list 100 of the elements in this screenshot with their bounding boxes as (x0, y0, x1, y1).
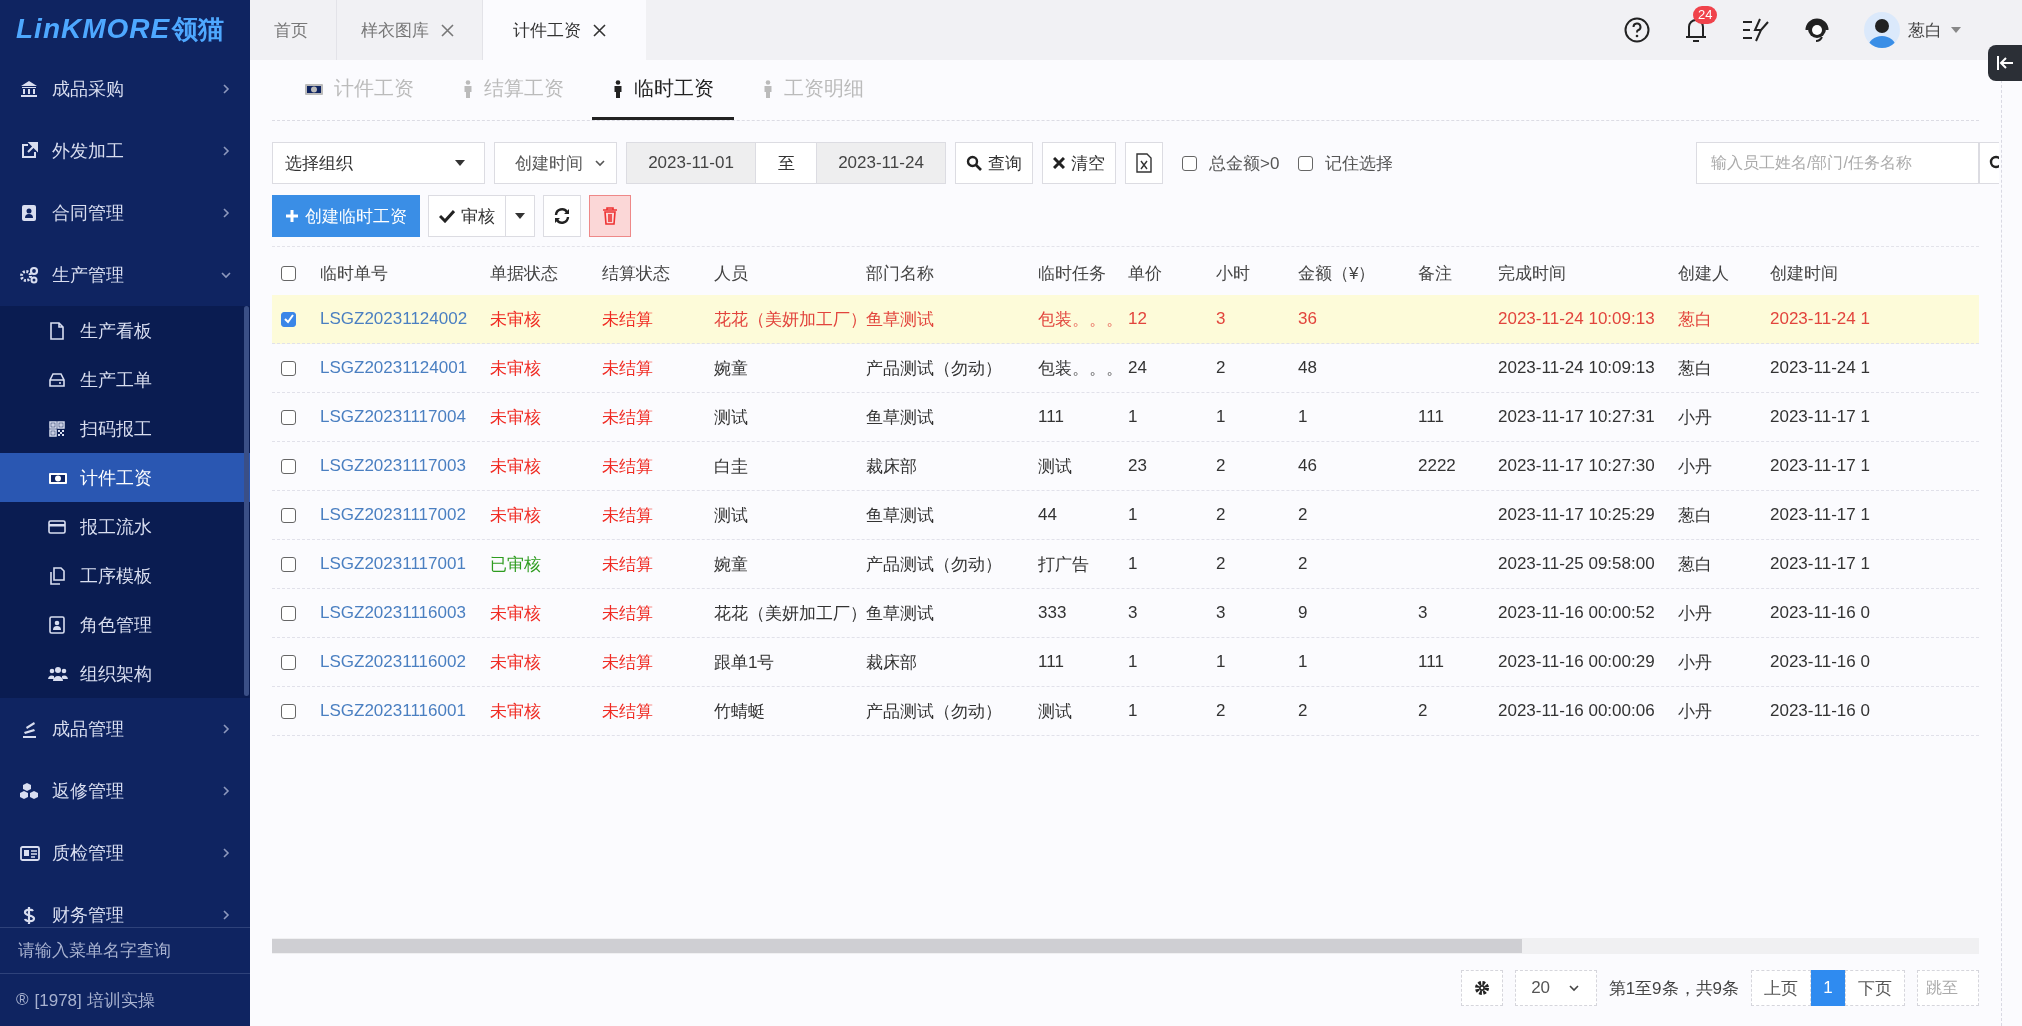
chevron-right-icon (220, 145, 232, 157)
search-button[interactable] (1979, 142, 1999, 184)
checkbox[interactable] (281, 654, 296, 670)
checkbox[interactable] (1298, 155, 1314, 171)
help-button[interactable] (1624, 17, 1650, 43)
approval-status: 未审核 (490, 700, 542, 723)
person-icon (612, 79, 624, 98)
settings-button[interactable] (1460, 970, 1503, 1006)
search-field[interactable]: 输入员工姓名/部门/任务名称 (1696, 142, 1979, 184)
menu-item[interactable]: 成品采购 (0, 58, 250, 120)
user-menu[interactable]: 葱白 (1864, 12, 1962, 48)
page-size-select[interactable]: 20 (1514, 970, 1597, 1006)
column-header: 完成时间 (1498, 262, 1567, 285)
table-cell-text: 2 (1216, 456, 1227, 476)
chevron-down-icon (1568, 982, 1581, 994)
horizontal-scrollbar[interactable] (272, 938, 1979, 954)
query-button[interactable]: 查询 (955, 142, 1033, 184)
page-tab[interactable]: 首页 (250, 0, 337, 60)
table-row[interactable]: LSGZ20231117003 未审核 未结算 白圭 裁床部 测试 23 2 46 2222 2023-11-17 10:27:30 小丹 2023-11-17 1 (272, 442, 1979, 491)
submenu-item[interactable]: 工序模板 (0, 551, 250, 600)
checkbox[interactable] (281, 360, 296, 376)
submenu-item[interactable]: 角色管理 (0, 600, 250, 649)
order-number-link[interactable]: LSGZ20231117001 (320, 554, 490, 574)
approve-button[interactable]: 审核 (428, 195, 506, 237)
submenu-item[interactable]: 生产工单 (0, 355, 250, 404)
settlement-status: 未结算 (602, 406, 654, 429)
submenu-item[interactable]: 扫码报工 (0, 404, 250, 453)
menu-item[interactable]: 成品管理 (0, 698, 250, 760)
table-row[interactable]: LSGZ20231116003 未审核 未结算 花花（美妍加工厂）鱼草测试 333 3 3 9 3 2023-11-16 00:00:52 小丹 2023-11-16 0 (272, 589, 1979, 638)
close-icon[interactable] (593, 23, 606, 37)
checkbox[interactable] (281, 265, 296, 281)
hard-drive-icon (48, 370, 68, 389)
clear-button[interactable]: 清空 (1042, 142, 1116, 184)
copy-icon (48, 566, 68, 585)
time-field-select[interactable]: 创建时间 (494, 142, 617, 184)
order-number-link[interactable]: LSGZ20231124001 (320, 358, 490, 378)
table-cell-text: 测试 (1038, 700, 1073, 723)
checkbox-label: 总金额>0 (1209, 152, 1280, 175)
checkbox[interactable] (281, 409, 296, 425)
table-row[interactable]: LSGZ20231124001 未审核 未结算 婉童 产品测试（勿动） 包装。。。 24 2 48 2023-11-24 10:09:13 葱白 2023-11-24 1 (272, 344, 1979, 393)
order-number-link[interactable]: LSGZ20231117003 (320, 456, 490, 476)
menu-item[interactable]: 合同管理 (0, 182, 250, 244)
trash-icon (602, 207, 618, 225)
chevron-down-icon (220, 269, 232, 281)
headset-icon (1804, 16, 1830, 44)
menu-item[interactable]: 生产管理 (0, 244, 250, 306)
checkbox[interactable] (281, 703, 296, 719)
checkbox[interactable] (281, 458, 296, 474)
table-row[interactable]: LSGZ20231117001 已审核 未结算 婉童 产品测试（勿动） 打广告 1 2 2 2023-11-25 09:58:00 葱白 2023-11-17 1 (272, 540, 1979, 589)
checkbox[interactable] (1182, 155, 1197, 171)
menu-item[interactable]: 外发加工 (0, 120, 250, 182)
scrollbar[interactable] (244, 306, 249, 696)
collapse-button[interactable] (1988, 45, 2022, 81)
order-number-link[interactable]: LSGZ20231116003 (320, 603, 490, 623)
menu-item[interactable]: 财务管理 (0, 884, 250, 927)
table-cell-text: 2023-11-24 1 (1770, 309, 1871, 329)
table-cell-text: 包装。。。 (1038, 357, 1124, 380)
order-number-link[interactable]: LSGZ20231116001 (320, 701, 490, 721)
previous-page-button[interactable]: 上页 (1751, 970, 1811, 1006)
menu-item[interactable]: 返修管理 (0, 760, 250, 822)
brand-logo: LinKMORE (16, 13, 171, 45)
next-page-button[interactable]: 下页 (1845, 970, 1905, 1006)
order-number-link[interactable]: LSGZ20231117002 (320, 505, 490, 525)
table-row[interactable]: LSGZ20231117002 未审核 未结算 测试 鱼草测试 44 1 2 2 2023-11-17 10:25:29 葱白 2023-11-17 1 (272, 491, 1979, 540)
submenu-item[interactable]: 组织架构 (0, 649, 250, 698)
organization-select[interactable]: 选择组织 (272, 142, 485, 184)
menu-item[interactable]: 质检管理 (0, 822, 250, 884)
quick-actions-button[interactable] (1742, 17, 1770, 43)
order-number-link[interactable]: LSGZ20231117004 (320, 407, 490, 427)
submenu-item[interactable]: 计件工资 (0, 453, 250, 502)
checkbox[interactable] (281, 605, 296, 621)
table-row[interactable]: LSGZ20231116002 未审核 未结算 跟单1号 裁床部 111 1 1 1 111 2023-11-16 00:00:29 小丹 2023-11-16 0 (272, 638, 1979, 687)
order-number-link[interactable]: LSGZ20231124002 (320, 309, 490, 329)
jump-to-page-field[interactable]: 跳至 (1917, 970, 1979, 1006)
checkbox[interactable] (281, 507, 296, 523)
spreadsheet-file-icon (1136, 153, 1152, 173)
menu-search-field[interactable]: 请输入菜单名字查询 (18, 936, 228, 965)
submenu-item[interactable]: 报工流水 (0, 502, 250, 551)
settlement-status: 未结算 (602, 357, 654, 380)
table-row[interactable]: LSGZ20231124002 未审核 未结算 花花（美妍加工厂）鱼草测试 包装。。。 12 3 36 2023-11-24 10:09:13 葱白 2023-11-24 1 (272, 295, 1979, 344)
dropdown-button[interactable] (506, 195, 535, 237)
checkbox[interactable] (281, 556, 296, 572)
checkbox[interactable] (281, 311, 296, 327)
delete-button[interactable] (589, 195, 631, 237)
refresh-button[interactable] (543, 195, 581, 237)
notification-badge: 24 (1693, 6, 1718, 24)
page-summary: 第1至9条，共9条 (1608, 977, 1739, 1000)
table-cell-text: 2023-11-17 10:25:29 (1498, 505, 1656, 525)
section-tab[interactable]: 临时工资 (592, 60, 734, 120)
table-cell-text: 婉童 (714, 357, 749, 380)
table-cell-text: 产品测试（勿动） (866, 700, 1003, 723)
table-row[interactable]: LSGZ20231117004 未审核 未结算 测试 鱼草测试 111 1 1 1 111 2023-11-17 10:27:31 小丹 2023-11-17 1 (272, 393, 1979, 442)
submenu-item[interactable]: 生产看板 (0, 306, 250, 355)
table-row[interactable]: LSGZ20231116001 未审核 未结算 竹蜻蜓 产品测试（勿动） 测试 1 2 2 2 2023-11-16 00:00:06 小丹 2023-11-16 0 (272, 687, 1979, 736)
approval-status: 未审核 (490, 504, 542, 527)
support-button[interactable] (1804, 16, 1830, 44)
order-number-link[interactable]: LSGZ20231116002 (320, 652, 490, 672)
export-button[interactable] (1125, 142, 1163, 184)
search-icon (1988, 155, 1999, 171)
page-tab[interactable]: 计件工资 (483, 0, 646, 60)
